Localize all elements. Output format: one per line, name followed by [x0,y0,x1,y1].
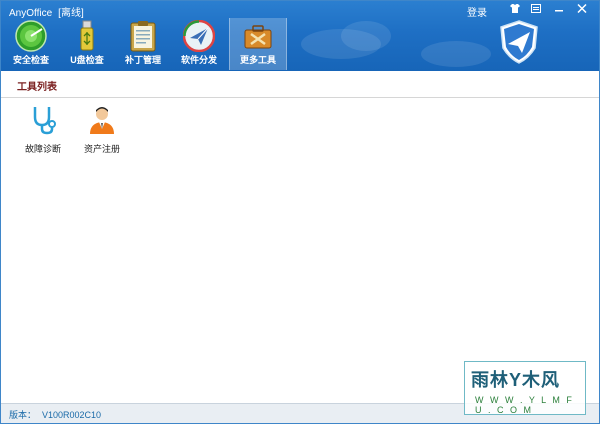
tool-label: 故障诊断 [24,144,61,154]
watermark: 雨林Y木风 W W W . Y L M F U . C O M [464,361,586,415]
shirt-icon[interactable] [507,3,523,17]
tool-asset-registration[interactable]: 资产注册 [75,105,129,155]
login-link[interactable]: 登录 [467,4,487,19]
nav-label: 补丁管理 [124,55,161,65]
nav-security-check[interactable]: 安全检查 [3,18,59,70]
nav-label: 更多工具 [239,55,276,65]
stethoscope-icon [33,107,56,135]
header: AnyOffice [离线] 登录 安全检查 U盘检查 补丁管理 软件分发 更多… [1,1,599,71]
close-icon[interactable] [574,3,590,17]
usb-drive-icon [80,20,94,51]
nav-patch-management[interactable]: 补丁管理 [115,18,171,70]
nav-label: 软件分发 [180,55,217,65]
person-icon [90,107,114,134]
tool-fault-diagnosis[interactable]: 故障诊断 [16,105,70,155]
section-bar: 工具列表 [1,71,599,98]
version-label: 版本： [9,410,37,420]
watermark-url: W W W . Y L M F U . C O M [475,395,574,415]
header-cloud [421,41,491,67]
paper-plane-icon [183,20,215,52]
header-cloud [341,21,391,51]
toolbox-icon [244,25,272,49]
security-check-icon [15,20,47,52]
app-window: AnyOffice [离线] 登录 安全检查 U盘检查 补丁管理 软件分发 更多… [0,0,600,424]
menu-icon[interactable] [528,3,544,17]
section-title: 工具列表 [17,82,57,93]
watermark-title: 雨林Y木风 [471,370,561,390]
version-info: 版本： V100R002C10 [9,408,101,421]
patch-clipboard-icon [130,21,156,52]
nav-software-distribution[interactable]: 软件分发 [171,18,227,70]
nav-label: U盘检查 [70,55,104,65]
minimize-icon[interactable] [551,3,567,17]
shield-logo-icon [500,20,538,64]
app-title: AnyOffice [离线] [9,4,84,19]
nav-label: 安全检查 [12,55,49,65]
nav-usb-check[interactable]: U盘检查 [59,18,115,70]
nav-more-tools[interactable]: 更多工具 [229,18,287,70]
version-value: V100R002C10 [42,410,102,420]
tool-label: 资产注册 [83,144,120,154]
